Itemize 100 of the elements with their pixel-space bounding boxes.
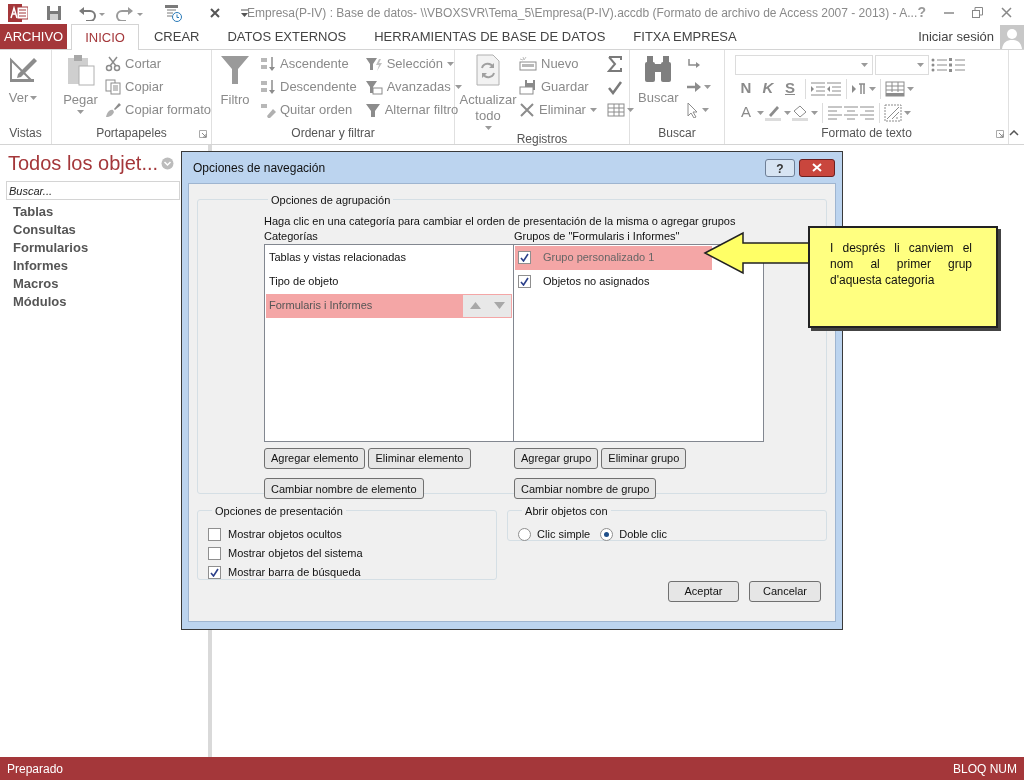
format-button[interactable]: N: [735, 77, 757, 100]
instructions-text: Haga clic en una categoría para cambiar el orden de presentación de la misma o agregar grupos: [264, 214, 737, 229]
panel-legend: Abrir objetos con: [525, 505, 608, 517]
checkbox[interactable]: [208, 528, 221, 541]
ribbon-tab[interactable]: FITXA EMPRESA: [620, 24, 750, 49]
copy-icon: [105, 78, 121, 95]
panel-legend: Opciones de presentación: [215, 505, 343, 517]
caret-icon: [784, 110, 791, 115]
checkbox[interactable]: [208, 547, 221, 560]
radio-button[interactable]: [518, 527, 532, 541]
category-item[interactable]: Tipo de objeto: [266, 269, 512, 294]
sign-in-link[interactable]: Iniciar sesión: [918, 27, 994, 47]
list-label: Grupos de "Formularis i Informes": [514, 229, 681, 243]
group-label: Vistas: [9, 125, 42, 142]
brush-icon: [105, 101, 121, 118]
ribbon-tab[interactable]: DATOS EXTERNOS: [214, 24, 360, 49]
nav-group-item[interactable]: Módulos: [13, 292, 67, 310]
nav-group-item[interactable]: Consultas: [13, 220, 76, 238]
dialog-button[interactable]: Eliminar elemento: [368, 447, 471, 469]
numbering-icon: [949, 56, 965, 73]
callout-text: I després li canviem el nom al primer grup d'aquesta categoria: [830, 240, 972, 288]
caret-icon: [917, 62, 924, 67]
caret-icon: [704, 84, 712, 89]
chevron-down-icon: [161, 156, 175, 170]
group-item[interactable]: Objetos no asignados: [515, 269, 762, 294]
nav-group-item[interactable]: Macros: [13, 274, 59, 292]
redo-icon: [116, 4, 144, 21]
checkbox-label: Mostrar objetos del sistema: [228, 546, 363, 562]
caret-icon: [447, 61, 454, 66]
search-field[interactable]: Buscar...: [6, 181, 180, 200]
group-label: Portapapeles: [96, 125, 167, 142]
align-right-icon: [859, 104, 875, 121]
help-button[interactable]: ?: [765, 158, 795, 177]
form-clock-icon: [164, 3, 182, 22]
category-list[interactable]: Tablas y vistas relacionadas Tipo de objeto Formularis i Informes: [264, 243, 514, 442]
alternate-row-color-icon: [884, 103, 902, 122]
list-label: Categorías: [264, 229, 319, 243]
close-icon: [812, 163, 822, 172]
delete-icon: [519, 101, 535, 118]
dialog-button[interactable]: Agregar grupo: [514, 447, 599, 469]
caret-icon: [907, 86, 914, 91]
save-icon: [46, 4, 62, 21]
format-button[interactable]: K: [757, 77, 779, 100]
caret-icon: [454, 84, 462, 89]
dialog-button[interactable]: Agregar elemento: [264, 447, 366, 469]
move-down-icon: [493, 302, 505, 309]
highlight-icon: [764, 104, 782, 121]
minimize-icon: [944, 11, 954, 14]
move-up-icon: [469, 302, 481, 309]
panel-legend: Opciones de agrupación: [271, 194, 391, 206]
alternate-row-color-button[interactable]: [884, 101, 911, 124]
radio-label: Doble clic: [619, 527, 667, 542]
app-logo-icon: [8, 3, 28, 22]
paragraph-direction-icon: [851, 80, 867, 97]
filter-icon: [364, 101, 381, 118]
category-item[interactable]: Tablas y vistas relacionadas: [266, 245, 512, 270]
filter-form-icon: [364, 78, 383, 95]
collapse-ribbon-icon: [1009, 130, 1019, 136]
checkmark-icon: [520, 253, 529, 262]
close-button[interactable]: [799, 158, 835, 177]
font-size-field[interactable]: [875, 54, 929, 75]
dialog-title: Opciones de navegación: [193, 159, 327, 177]
format-button[interactable]: S: [779, 77, 801, 100]
ribbon-tab[interactable]: INICIO: [71, 24, 139, 50]
nav-group-item[interactable]: Formularios: [13, 238, 89, 256]
undo-icon: [78, 4, 106, 21]
grid-icon: [606, 101, 625, 118]
checkbox[interactable]: [208, 566, 221, 579]
caret-icon: [484, 126, 492, 130]
go-to-icon: [686, 79, 703, 94]
dialog-button[interactable]: Cancelar: [749, 581, 821, 602]
checkbox[interactable]: [518, 251, 531, 264]
dialog-button[interactable]: Cambiar nombre de elemento: [264, 478, 424, 500]
dialog-button[interactable]: Eliminar grupo: [601, 447, 687, 469]
caret-icon: [589, 107, 597, 112]
group-label: Formato de texto: [821, 125, 912, 142]
caret-icon: [77, 110, 84, 114]
category-item[interactable]: Formularis i Informes: [266, 293, 512, 318]
restore-icon: [972, 7, 983, 18]
outdent-icon: [826, 80, 842, 97]
eraser-icon: [260, 101, 276, 118]
dialog-launcher-icon: [996, 130, 1004, 138]
dialog-button[interactable]: Cambiar nombre de grupo: [514, 478, 657, 500]
ribbon-tab[interactable]: CREAR: [140, 24, 213, 49]
checkbox[interactable]: [518, 275, 531, 288]
font-name-field[interactable]: [735, 54, 873, 75]
nav-group-item[interactable]: Tablas: [13, 202, 54, 220]
customize-icon: [240, 8, 249, 17]
ribbon-tab[interactable]: ARCHIVO: [0, 24, 68, 49]
radio-button[interactable]: [600, 527, 614, 541]
dialog-button[interactable]: Aceptar: [668, 581, 739, 602]
format-button[interactable]: A: [735, 101, 757, 124]
align-center-icon: [843, 104, 859, 121]
ribbon-tab[interactable]: HERRAMIENTAS DE BASE DE DATOS: [361, 24, 619, 49]
caret-icon: [702, 107, 710, 112]
nav-group-item[interactable]: Informes: [13, 256, 68, 274]
indent-icon: [810, 80, 826, 97]
new-record-icon: [519, 55, 537, 72]
group-list[interactable]: Grupo personalizado 1 Objetos no asignados: [514, 243, 764, 442]
status-text: Preparado: [7, 760, 64, 778]
